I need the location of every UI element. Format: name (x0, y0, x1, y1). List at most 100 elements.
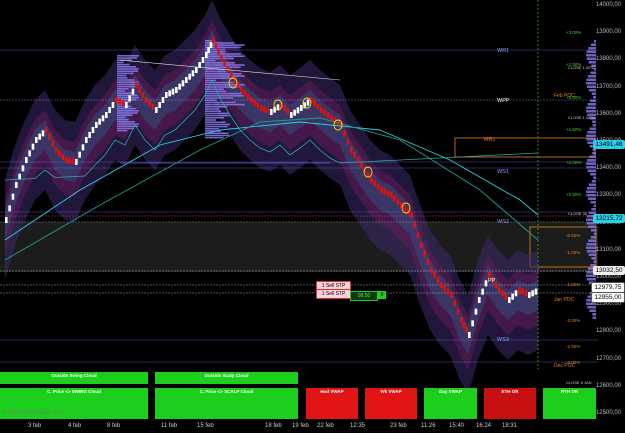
renko-brick (518, 287, 521, 293)
renko-brick (178, 83, 181, 90)
pivot-ws3: WS3 (497, 337, 509, 343)
volume-profile-bar (591, 257, 596, 260)
volume-profile-bar (586, 278, 596, 281)
renko-brick (350, 147, 353, 153)
renko-brick (88, 132, 91, 138)
renko-brick (478, 297, 481, 303)
volume-profile-bar (592, 316, 596, 319)
outside-scalp-cloud-button[interactable]: Outside Scalp Cloud (155, 372, 298, 384)
price-scalp-cloud-button[interactable]: C. Price <> SCALP Cloud (155, 388, 298, 419)
renko-brick (373, 180, 376, 187)
close-label: CLOSE 8 JAN (566, 380, 592, 385)
renko-brick (138, 87, 141, 93)
renko-brick (266, 107, 270, 114)
renko-brick (75, 159, 78, 165)
volume-profile-bar (594, 40, 596, 43)
renko-brick (131, 88, 135, 95)
volume-profile-bar (589, 309, 596, 312)
hod-vwap-button[interactable]: Hod VWAP (306, 388, 358, 419)
volume-profile-bar (588, 47, 596, 50)
volume-profile-bar (586, 162, 596, 165)
percent-level-label: +2.00% (566, 95, 582, 100)
poc-jan: Jan POC (554, 297, 575, 303)
price-axis-label: 13600,00 (595, 110, 621, 117)
renko-brick (58, 150, 61, 157)
renko-brick (191, 70, 195, 77)
volume-profile-bar (205, 125, 228, 128)
time-axis-label: 4 feb (68, 423, 82, 429)
renko-brick (223, 60, 226, 67)
volume-profile-bar (587, 306, 596, 309)
renko-brick (471, 320, 474, 327)
renko-brick (524, 290, 528, 297)
volume-profile-bar (205, 95, 245, 97)
volume-profile-bar (588, 183, 596, 186)
time-axis-label: 19 feb (292, 423, 309, 429)
renko-brick (474, 308, 478, 315)
renko-brick (450, 292, 453, 298)
price-axis-label: 13400,00 (595, 165, 621, 172)
volume-profile-bar (205, 70, 226, 73)
order-qty-box[interactable]: 0 (378, 291, 386, 299)
renko-brick (243, 90, 246, 97)
volume-profile-bar (117, 55, 139, 57)
renko-brick (45, 127, 48, 133)
volume-profile-bar (117, 114, 133, 116)
volume-profile-bar (205, 59, 216, 62)
renko-brick (195, 67, 198, 73)
renko-brick (465, 327, 468, 333)
time-axis-label: 8 feb (107, 423, 121, 429)
volume-profile-bar (117, 96, 139, 99)
eth-or-button[interactable]: ETH OR (484, 388, 536, 419)
renko-brick (423, 250, 426, 257)
renko-brick (217, 49, 220, 55)
percent-level-label: +0.50% (566, 192, 582, 197)
volume-profile-bar (117, 79, 135, 81)
renko-brick (38, 133, 41, 140)
price-axis-label: 12500,00 (595, 410, 621, 416)
volume-profile-bar (205, 110, 221, 112)
renko-brick (18, 173, 21, 180)
day-vwap-button[interactable]: Day VWAP (424, 388, 477, 419)
renko-brick (181, 80, 185, 87)
renko-brick (433, 272, 436, 278)
volume-profile-bar (586, 85, 596, 88)
renko-brick (326, 112, 330, 119)
renko-brick (283, 105, 286, 112)
price-axis-label: 14000,00 (595, 2, 621, 8)
time-axis-label: 15 feb (197, 423, 214, 429)
price-chart[interactable] (0, 0, 625, 433)
price-axis-label: 13300,00 (595, 192, 621, 199)
price-axis-label: 13700,00 (595, 83, 621, 90)
renko-brick (31, 143, 35, 150)
volume-profile-bar (205, 117, 224, 119)
outside-swing-cloud-button[interactable]: Outside Swing Cloud (0, 372, 148, 384)
renko-brick (205, 52, 208, 58)
wk-vwap-button[interactable]: Wk VWAP (365, 388, 417, 419)
renko-brick (263, 106, 266, 113)
order-price-box[interactable]: 09.50 (350, 291, 378, 301)
volume-profile-bar (117, 121, 136, 123)
volume-profile-bar (591, 180, 596, 183)
rth-or-button[interactable]: RTH OR (543, 388, 596, 419)
volume-profile-bar (117, 92, 133, 94)
volume-profile-bar (117, 68, 139, 70)
volume-profile-bar (117, 118, 129, 121)
percent-level-label: +1.50% (566, 127, 582, 132)
volume-profile-bar (586, 50, 596, 53)
renko-brick (440, 282, 443, 288)
volume-profile-bar (205, 42, 235, 44)
renko-brick (21, 165, 25, 172)
volume-profile-bar (205, 103, 245, 106)
pivot-wpp: WPP (497, 98, 510, 104)
time-axis-label: 11:26 (421, 423, 436, 429)
renko-brick (416, 232, 420, 238)
renko-brick (35, 137, 38, 143)
copyright-text: © 2021 NinjaTrader, LLC (3, 410, 64, 416)
percent-level-label: -2.00% (566, 318, 581, 323)
time-axis-label: 12:35 (350, 423, 366, 429)
sell-stop-order[interactable]: 1 Sell STP (316, 289, 351, 299)
renko-brick (481, 288, 484, 295)
renko-brick (376, 183, 380, 190)
volume-profile-bar (587, 197, 596, 200)
